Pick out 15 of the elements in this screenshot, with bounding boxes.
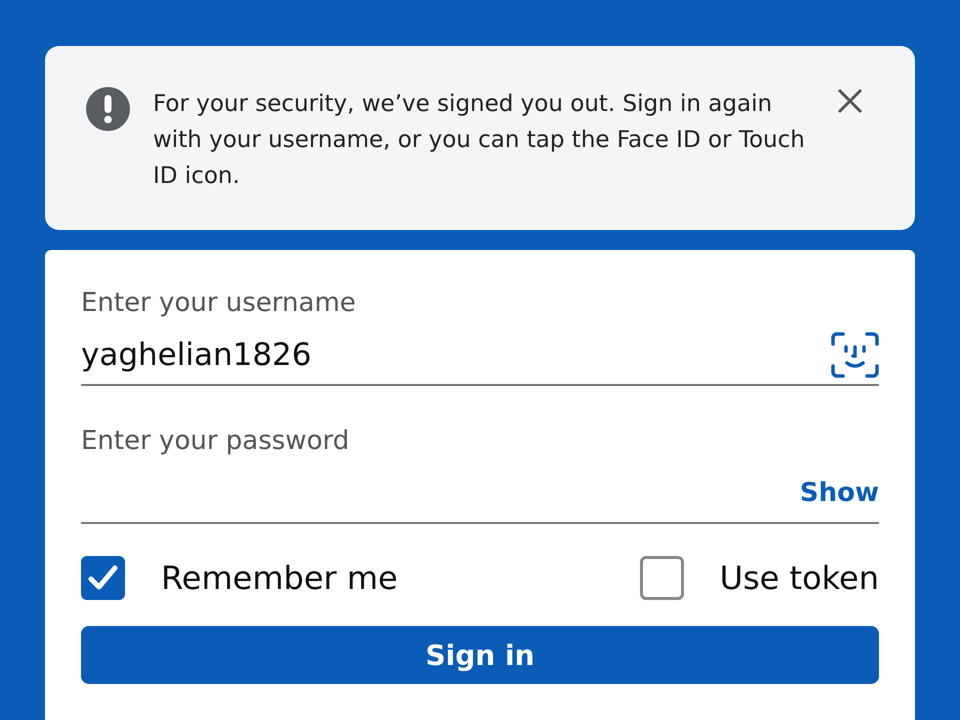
password-field[interactable]: Show: [81, 464, 879, 524]
alert-message: For your security, we’ve signed you out. Sign in again with your username, or you can tap the Face ID or Touch ID icon.: [153, 90, 806, 191]
show-password-link[interactable]: Show: [800, 478, 879, 508]
face-scan-icon[interactable]: [831, 332, 879, 378]
checkmark-icon: [87, 564, 119, 592]
checkbox[interactable]: [640, 556, 684, 600]
checkbox-label: Remember me: [161, 559, 398, 597]
close-button[interactable]: [835, 86, 865, 116]
checkbox[interactable]: [81, 556, 125, 600]
field-label: Enter your username: [81, 288, 357, 318]
exclamation-icon: [85, 86, 131, 132]
checkbox-label: Use token: [720, 559, 879, 597]
username-field[interactable]: yaghelian1826: [81, 337, 831, 373]
field-label: Enter your password: [81, 426, 350, 456]
sign-in-button[interactable]: Sign in: [81, 626, 879, 684]
